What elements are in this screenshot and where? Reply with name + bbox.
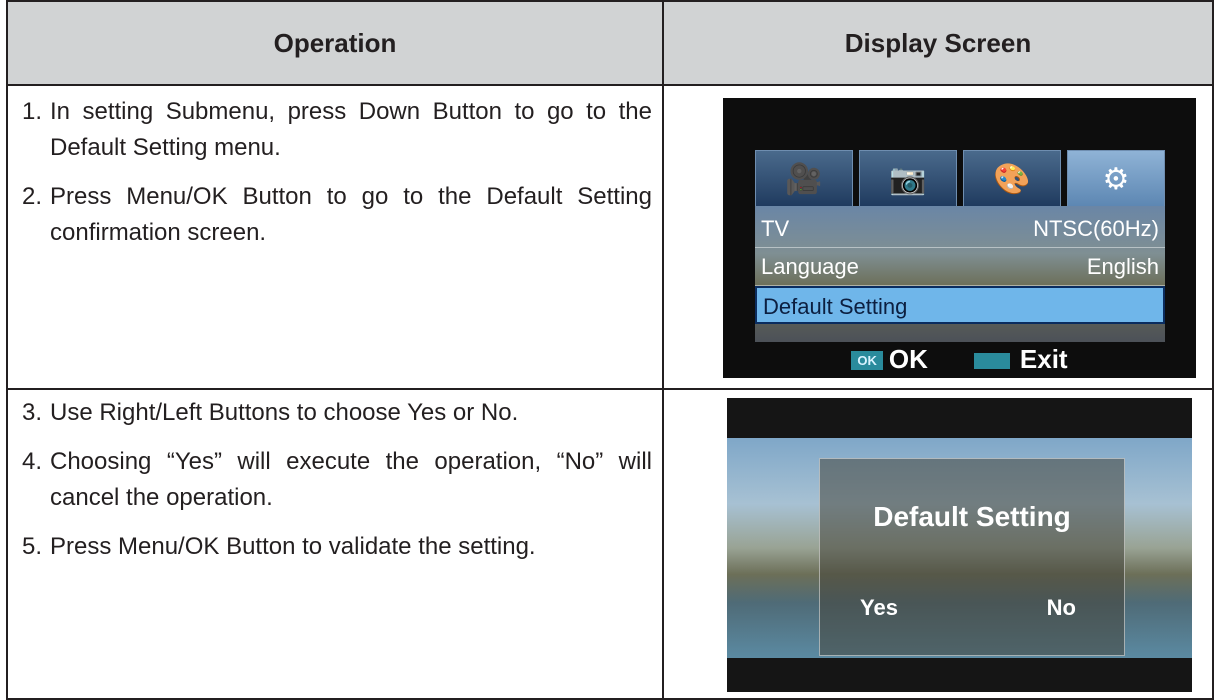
settings-menu-list: TV NTSC(60Hz) Language English Default S…	[755, 206, 1165, 342]
step-number: 5.	[22, 533, 43, 560]
step-text: Use Right/Left Buttons to choose Yes or …	[50, 399, 519, 426]
row-divider	[8, 388, 1212, 390]
exit-hint: Exit	[973, 343, 1068, 375]
yes-option[interactable]: Yes	[860, 595, 898, 621]
step-text: Choosing “Yes” will execute the operatio…	[50, 448, 652, 511]
step-number: 2.	[22, 183, 43, 210]
menu-item-value: NTSC(60Hz)	[1033, 216, 1159, 241]
step-3: 3. Use Right/Left Buttons to choose Yes …	[22, 395, 652, 431]
step-text: Press Menu/OK Button to validate the set…	[50, 533, 536, 560]
exit-label: Exit	[1019, 343, 1068, 374]
row1-operations: 1. In setting Submenu, press Down Button…	[22, 94, 652, 264]
menu-item-label: Language	[761, 254, 859, 279]
menu-item-label: Default Setting	[763, 294, 908, 319]
table-header-row: Operation Display Screen	[8, 2, 1212, 86]
step-number: 1.	[22, 98, 43, 125]
camera-icon[interactable]: 📷	[859, 150, 957, 208]
menu-item-label: TV	[761, 216, 790, 241]
step-2: 2. Press Menu/OK Button to go to the Def…	[22, 179, 652, 251]
step-text: Press Menu/OK Button to go to the Defaul…	[50, 183, 652, 246]
menu-item-language[interactable]: Language English	[755, 248, 1165, 286]
confirm-dialog: Default Setting Yes No	[819, 458, 1125, 656]
settings-gear-icon[interactable]: ⚙	[1067, 150, 1165, 208]
menu-bottom-bar: OK OK Exit	[723, 340, 1196, 378]
step-number: 4.	[22, 448, 43, 475]
default-setting-confirm-screen: Default Setting Yes No	[727, 398, 1192, 692]
menu-item-default-setting[interactable]: Default Setting	[755, 286, 1165, 324]
step-5: 5. Press Menu/OK Button to validate the …	[22, 529, 652, 565]
settings-menu-screen: 🎥 📷 🎨 ⚙ TV NTSC(60Hz) Language English D…	[723, 98, 1196, 378]
dialog-title: Default Setting	[873, 501, 1071, 532]
video-icon[interactable]: 🎥	[755, 150, 853, 208]
row2-operations: 3. Use Right/Left Buttons to choose Yes …	[22, 395, 652, 578]
effect-icon[interactable]: 🎨	[963, 150, 1061, 208]
display-screen-header: Display Screen	[844, 28, 1032, 58]
no-option[interactable]: No	[1047, 595, 1076, 621]
ok-label: OK	[888, 343, 928, 374]
step-1: 1. In setting Submenu, press Down Button…	[22, 94, 652, 166]
step-4: 4. Choosing “Yes” will execute the opera…	[22, 444, 652, 516]
menu-item-tv[interactable]: TV NTSC(60Hz)	[755, 210, 1165, 248]
step-text: In setting Submenu, press Down Button to…	[50, 98, 652, 161]
ok-button-icon: OK	[851, 351, 883, 371]
menu-tab-bar: 🎥 📷 🎨 ⚙	[755, 150, 1165, 208]
step-number: 3.	[22, 399, 43, 426]
ok-hint: OK OK	[851, 344, 928, 375]
return-button-icon	[973, 352, 1010, 369]
menu-item-value: English	[1086, 254, 1159, 279]
operation-header: Operation	[273, 28, 397, 58]
column-divider	[662, 2, 664, 698]
